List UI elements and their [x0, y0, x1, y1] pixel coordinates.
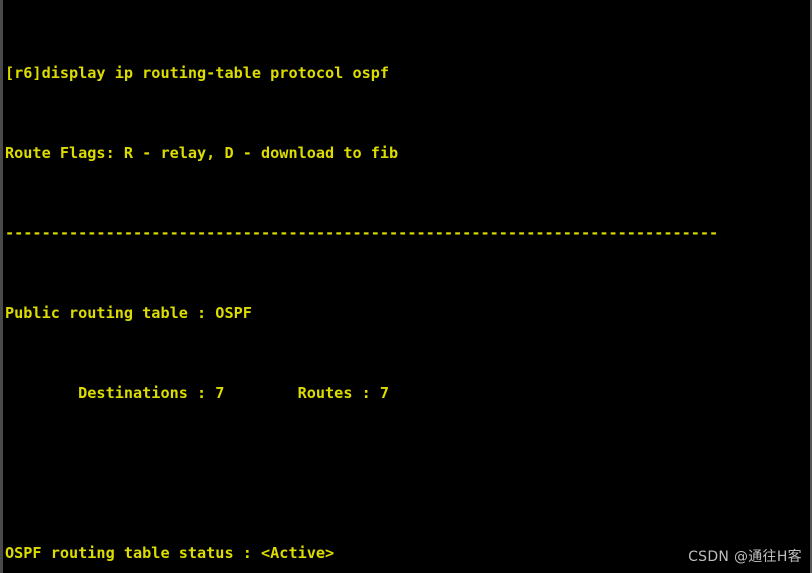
public-table-title: Public routing table : OSPF — [5, 304, 252, 322]
terminal-screen[interactable]: [r6]display ip routing-table protocol os… — [3, 0, 810, 573]
command-prompt-line: [r6]display ip routing-table protocol os… — [5, 64, 390, 82]
separator-line: ----------------------------------------… — [5, 224, 719, 242]
terminal-window[interactable]: [r6]display ip routing-table protocol os… — [0, 0, 812, 573]
public-table-summary: Destinations : 7 Routes : 7 — [5, 384, 390, 402]
csdn-watermark: CSDN @通往H客 — [688, 549, 802, 565]
route-flags-legend-line: Route Flags: R - relay, D - download to … — [5, 144, 399, 162]
